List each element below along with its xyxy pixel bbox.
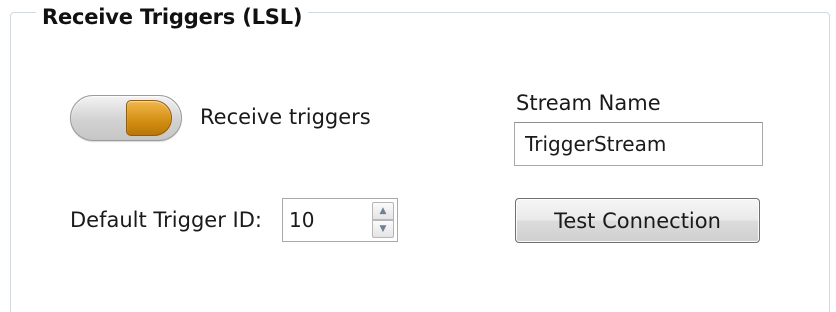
receive-triggers-toggle[interactable] [70, 95, 182, 141]
stream-name-input[interactable] [514, 122, 763, 166]
spin-up-icon: ▲ [379, 206, 387, 216]
default-trigger-id-spinbox: ▲ ▼ [282, 198, 398, 242]
default-trigger-id-input[interactable] [283, 199, 367, 241]
test-connection-button[interactable]: Test Connection [515, 198, 760, 243]
receive-triggers-label: Receive triggers [200, 105, 371, 129]
spin-up-button[interactable]: ▲ [372, 202, 394, 220]
spin-down-icon: ▼ [379, 224, 387, 234]
default-trigger-id-label: Default Trigger ID: [70, 208, 262, 232]
group-title: Receive Triggers (LSL) [36, 0, 309, 34]
spin-down-button[interactable]: ▼ [372, 220, 394, 238]
toggle-knob[interactable] [126, 100, 172, 136]
stream-name-label: Stream Name [516, 91, 661, 115]
